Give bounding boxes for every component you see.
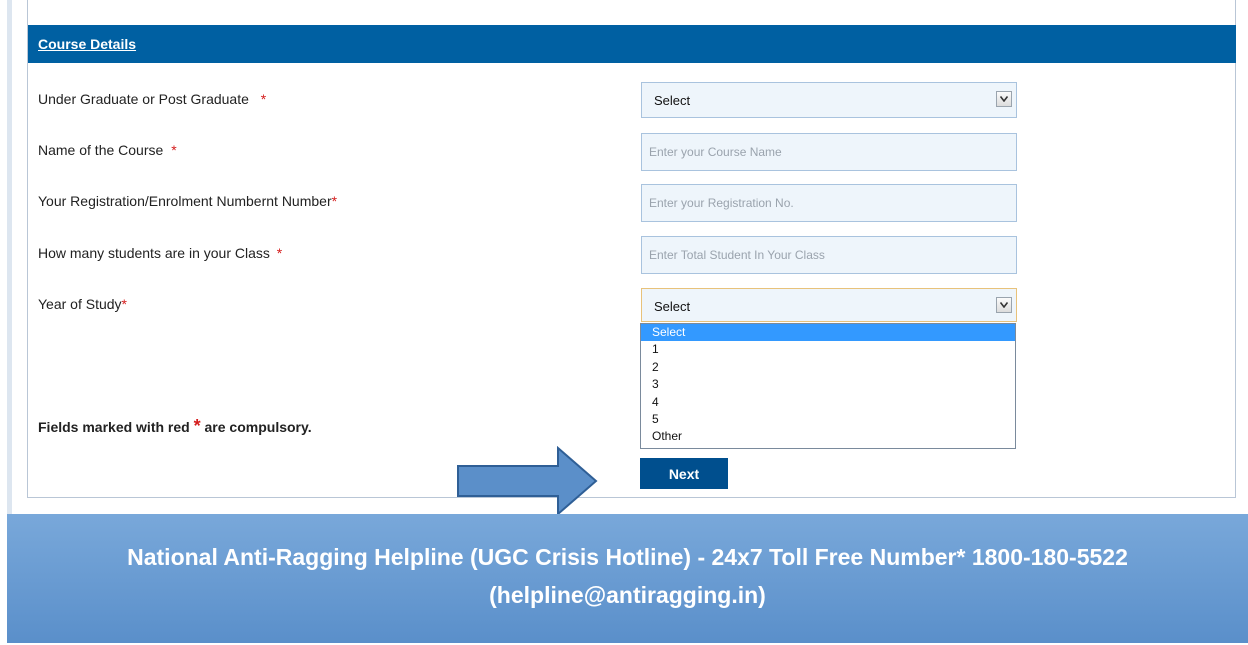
helpline-text: National Anti-Ragging Helpline (UGC Cris… (127, 544, 1128, 570)
required-asterisk: * (171, 142, 177, 158)
year-of-study-label-text: Year of Study (38, 296, 122, 312)
class-strength-label-text: How many students are in your Class (38, 245, 270, 261)
registration-input[interactable] (642, 185, 1016, 221)
dropdown-option-5[interactable]: 5 (641, 411, 1015, 428)
dropdown-option-3[interactable]: 3 (641, 376, 1015, 393)
class-strength-label: How many students are in your Class * (38, 245, 282, 261)
course-name-label-text: Name of the Course (38, 142, 164, 158)
chevron-down-icon[interactable] (996, 91, 1012, 107)
class-strength-input[interactable] (642, 237, 1016, 273)
registration-label: Your Registration/Enrolment Numbernt Num… (38, 193, 337, 209)
section-header: Course Details (28, 25, 1236, 63)
required-asterisk: * (121, 296, 127, 312)
required-asterisk: * (260, 91, 267, 107)
section-title[interactable]: Course Details (38, 36, 136, 52)
left-border-rail (7, 0, 12, 514)
helpline-email[interactable]: (helpline@antiragging.in) (7, 582, 1248, 609)
registration-field[interactable] (641, 184, 1017, 222)
class-strength-field[interactable] (641, 236, 1017, 274)
note-text-after: are compulsory. (204, 419, 312, 435)
ug-pg-label: Under Graduate or Post Graduate * (38, 91, 266, 107)
ug-pg-select[interactable]: Select (641, 82, 1017, 118)
dropdown-option-2[interactable]: 2 (641, 359, 1015, 376)
course-name-label: Name of the Course * (38, 142, 177, 158)
registration-label-text: Your Registration/Enrolment Numbernt Num… (38, 193, 332, 209)
dropdown-option-other[interactable]: Other (641, 428, 1015, 445)
year-of-study-dropdown-list[interactable]: Select 1 2 3 4 5 Other (640, 323, 1016, 449)
note-text-before: Fields marked with red (38, 419, 190, 435)
course-name-field[interactable] (641, 133, 1017, 171)
required-asterisk: * (193, 416, 201, 436)
compulsory-fields-note: Fields marked with red * are compulsory. (38, 416, 312, 437)
arrow-right-icon (457, 446, 598, 516)
required-asterisk: * (276, 245, 283, 261)
dropdown-option-4[interactable]: 4 (641, 394, 1015, 411)
year-of-study-select[interactable]: Select (641, 288, 1017, 322)
year-of-study-select-value: Select (654, 299, 691, 314)
required-asterisk: * (331, 193, 338, 209)
year-of-study-label: Year of Study* (38, 296, 127, 312)
helpline-footer: National Anti-Ragging Helpline (UGC Cris… (7, 514, 1248, 643)
dropdown-option-select[interactable]: Select (641, 324, 1015, 342)
course-name-input[interactable] (642, 134, 1016, 170)
next-button[interactable]: Next (640, 458, 728, 489)
ug-pg-label-text: Under Graduate or Post Graduate (38, 91, 249, 107)
ug-pg-select-value: Select (654, 93, 691, 108)
chevron-down-icon[interactable] (996, 297, 1012, 313)
dropdown-option-1[interactable]: 1 (641, 341, 1015, 358)
